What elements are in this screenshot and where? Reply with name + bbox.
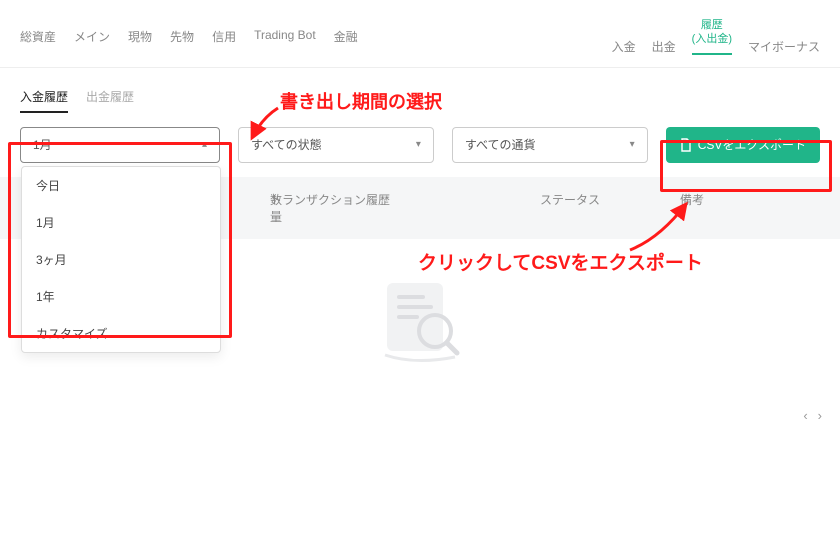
nav-history-active[interactable]: 履歴 (入出金) [692,18,732,55]
col-note: 備考 [680,191,820,225]
period-option-custom[interactable]: カスタマイズ [22,315,220,352]
history-tabs: 入金履歴 出金履歴 [0,68,840,113]
nav-withdraw[interactable]: 出金 [652,38,676,55]
period-option-today[interactable]: 今日 [22,167,220,204]
nav-futures[interactable]: 先物 [170,28,194,45]
period-option-3months[interactable]: 3ヶ月 [22,241,220,278]
nav-spot[interactable]: 現物 [128,28,152,45]
filter-row: 1月 ▴ 今日 1月 3ヶ月 1年 カスタマイズ すべての状態 ▾ すべての通貨… [0,113,840,177]
nav-main[interactable]: メイン [74,28,110,45]
document-icon [680,138,692,152]
pager-next[interactable]: › [818,408,822,423]
period-selected-value: 1月 [33,136,52,153]
period-dropdown-menu: 今日 1月 3ヶ月 1年 カスタマイズ [21,166,221,353]
currency-dropdown[interactable]: すべての通貨 ▾ [452,127,648,163]
empty-document-icon [365,269,475,369]
export-csv-button[interactable]: CSVをエクスポート [666,127,820,163]
nav-history-line2: (入出金) [692,32,732,46]
status-selected-value: すべての状態 [251,136,322,153]
period-option-1month[interactable]: 1月 [22,204,220,241]
nav-margin[interactable]: 信用 [212,28,236,45]
caret-down-icon: ▾ [416,139,421,150]
caret-down-icon: ▾ [630,139,635,150]
nav-deposit[interactable]: 入金 [612,38,636,55]
status-dropdown[interactable]: すべての状態 ▾ [238,127,434,163]
tab-withdraw-history[interactable]: 出金履歴 [86,88,134,113]
nav-left-group: 総資産 メイン 現物 先物 信用 Trading Bot 金融 [20,28,358,45]
currency-selected-value: すべての通貨 [465,136,536,153]
caret-up-icon: ▴ [202,139,207,150]
nav-right-group: 入金 出金 履歴 (入出金) マイボーナス [612,18,820,55]
col-status: ステータス [540,191,680,225]
nav-history-line1: 履歴 [701,19,723,31]
nav-assets[interactable]: 総資産 [20,28,56,45]
nav-trading-bot[interactable]: Trading Bot [254,28,316,45]
nav-bonus[interactable]: マイボーナス [748,38,820,55]
col-transaction: トランザクション履歴 [270,191,540,225]
pager-prev[interactable]: ‹ [803,408,807,423]
nav-finance[interactable]: 金融 [334,28,358,45]
export-csv-label: CSVをエクスポート [698,136,806,153]
period-dropdown[interactable]: 1月 ▴ 今日 1月 3ヶ月 1年 カスタマイズ [20,127,220,163]
pager: ‹ › [803,408,822,423]
top-navigation: 総資産 メイン 現物 先物 信用 Trading Bot 金融 入金 出金 履歴… [0,0,840,68]
period-option-1year[interactable]: 1年 [22,278,220,315]
tab-deposit-history[interactable]: 入金履歴 [20,88,68,113]
